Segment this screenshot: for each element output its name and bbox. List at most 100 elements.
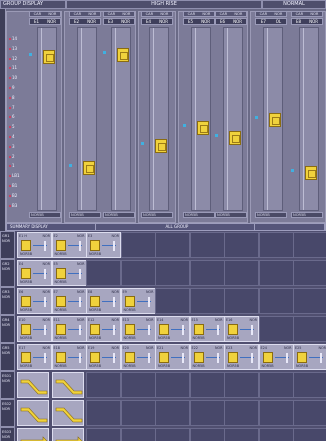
empty-cell — [86, 260, 121, 286]
cell-footer: NOR5B — [227, 364, 240, 368]
escalator-cell[interactable] — [17, 428, 49, 441]
summary-car-cell[interactable]: E23 NOR NOR5B — [224, 344, 259, 370]
elevator-car[interactable]: CAR NOR E5 NOR NOR5B — [182, 9, 216, 221]
cell-header: E14 NOR — [157, 318, 188, 323]
summary-car-cell[interactable]: E24 NOR NOR5B — [258, 344, 294, 370]
normal-mode-label[interactable]: NORMAL — [262, 0, 326, 9]
empty-cell — [293, 428, 326, 441]
escalator-row-label[interactable]: ES02 NOR — [0, 399, 15, 427]
summary-car-cell[interactable]: E7 NOR NOR5B — [51, 288, 87, 314]
summary-car-cell[interactable]: E18 NOR NOR5B — [51, 344, 87, 370]
car-cab-icon[interactable] — [155, 139, 167, 154]
elevator-car[interactable]: CAR NOR E8 NOR NOR5B — [290, 9, 324, 221]
elevator-car[interactable]: CAR NOR E2 NOR NOR5B — [68, 9, 102, 221]
cell-header: E18 NOR — [54, 346, 85, 351]
high-rise-label[interactable]: HIGH RISE — [66, 0, 262, 9]
car-cab-icon[interactable] — [83, 160, 95, 175]
summary-car-cell[interactable]: E16 NOR NOR5B — [224, 316, 259, 342]
summary-car-cell[interactable]: E14 NOR NOR5B — [155, 316, 190, 342]
summary-car-cell[interactable]: E11 NOR NOR5B — [51, 316, 87, 342]
summary-car-cell[interactable]: E3 NOR NOR5B — [86, 232, 121, 258]
escalator-cell[interactable] — [51, 400, 84, 426]
summary-row-label[interactable]: GR2 NOR — [0, 259, 15, 287]
cell-footer: NOR5B — [20, 280, 33, 284]
car-id: E4 — [146, 19, 152, 24]
summary-car-cell[interactable]: E4 NOR NOR5B — [17, 260, 52, 286]
car-mode: NOR — [233, 19, 242, 24]
summary-row: GR4 NOR E10 NOR NOR5B E11 NOR NOR5B E12 NOR NOR5B… — [0, 315, 326, 343]
car-header-right: NOR — [160, 12, 169, 16]
elevator-car[interactable]: CAR NOR E6 NOR NOR5B — [214, 9, 248, 221]
escalator-cell[interactable] — [51, 428, 84, 441]
summary-car-cell[interactable]: E21 NOR NOR5B — [155, 344, 190, 370]
elevator-shaft — [77, 27, 97, 211]
car-cab-icon[interactable] — [229, 130, 241, 145]
elevator-car[interactable]: CAR NOR E4 NOR NOR5B — [140, 9, 174, 221]
summary-car-cell[interactable]: E9 NOR NOR5B — [120, 288, 156, 314]
group-display-label[interactable]: GROUP DISPLAY — [0, 0, 66, 9]
summary-row-label[interactable]: GR5 NOR — [0, 343, 15, 371]
summary-car-cell[interactable]: E13 NOR NOR5B — [120, 316, 156, 342]
summary-grid: GR1 NOR E1 H NOR NOR5B E2 NOR NOR5B E3 NOR NOR5B G… — [0, 231, 326, 441]
summary-car-cell[interactable]: E17 NOR NOR5B — [17, 344, 52, 370]
floor-label: 2 — [9, 154, 25, 159]
car-cab-icon[interactable] — [43, 49, 55, 64]
car-cab-icon[interactable] — [117, 47, 129, 62]
floor-call-icon — [9, 165, 11, 168]
summary-row-label[interactable]: GR4 NOR — [0, 315, 15, 343]
summary-car-cell[interactable]: E15 NOR NOR5B — [189, 316, 225, 342]
empty-cell — [86, 372, 121, 398]
car-cab-icon[interactable] — [269, 112, 281, 127]
shaft-rail — [227, 28, 228, 210]
elevator-car[interactable]: CAR NOR E1 NOR NOR5B — [28, 9, 62, 221]
escalator-row-label[interactable]: ES03 NOR — [0, 427, 15, 441]
summary-row-label[interactable]: GR3 NOR — [0, 287, 15, 315]
car-cab-icon[interactable] — [305, 165, 317, 180]
summary-car-cell[interactable]: E5 NOR NOR5B — [51, 260, 87, 286]
escalator-cell[interactable] — [51, 372, 84, 398]
door-icon — [251, 353, 253, 363]
empty-cell — [86, 428, 121, 441]
floor-label: 13 — [9, 46, 25, 51]
summary-car-cell[interactable]: E19 NOR NOR5B — [86, 344, 121, 370]
escalator-icon — [55, 436, 82, 441]
summary-car-cell[interactable]: E22 NOR NOR5B — [189, 344, 225, 370]
summary-car-cell[interactable]: E10 NOR NOR5B — [17, 316, 52, 342]
all-group-label[interactable]: ALL GROUP — [96, 224, 256, 230]
cell-header: E11 NOR — [54, 318, 85, 323]
door-icon — [147, 353, 150, 363]
escalator-cell[interactable] — [17, 400, 49, 426]
car-header-left: CAR — [73, 12, 82, 16]
car-id: E6 — [220, 19, 226, 24]
summary-display-label[interactable]: SUMMARY DISPLAY — [7, 224, 97, 230]
summary-car-cell[interactable]: E25 NOR NOR5B — [293, 344, 326, 370]
summary-car-cell[interactable]: E1 H NOR NOR5B — [17, 232, 52, 258]
elevator-shaft — [191, 27, 211, 211]
summary-row-label[interactable]: GR1 NOR — [0, 231, 15, 259]
floor-label: 6 — [9, 114, 25, 119]
escalator-cell[interactable] — [17, 372, 49, 398]
car-mode: NOR — [159, 19, 168, 24]
cell-footer: NOR5B — [54, 364, 67, 368]
escalator-row-label[interactable]: ES01 NOR — [0, 371, 15, 399]
floor-call-icon — [9, 57, 11, 60]
cell-car-mode: NOR — [42, 318, 50, 322]
cell-car-mode: NOR — [283, 346, 292, 350]
elevator-car[interactable]: CAR NOR E3 NOR NOR5B — [102, 9, 136, 221]
cell-footer: NOR5B — [123, 308, 136, 312]
cell-header: E13 NOR — [123, 318, 154, 323]
car-cab-icon — [90, 240, 100, 251]
car-cab-icon[interactable] — [197, 120, 209, 135]
car-header-right: NOR — [310, 12, 319, 16]
summary-car-cell[interactable]: E12 NOR NOR5B — [86, 316, 121, 342]
cell-header: E12 NOR — [88, 318, 119, 323]
car-cab-icon — [90, 352, 100, 363]
elevator-car[interactable]: CAR NOR E7 OL NOR5B — [254, 9, 288, 221]
summary-car-cell[interactable]: E2 NOR NOR5B — [51, 232, 87, 258]
empty-cell — [224, 400, 259, 426]
summary-car-cell[interactable]: E8 NOR NOR5B — [86, 288, 121, 314]
summary-car-cell[interactable]: E6 NOR NOR5B — [17, 288, 52, 314]
car-mode: NOR — [309, 19, 318, 24]
summary-car-cell[interactable]: E20 NOR NOR5B — [120, 344, 156, 370]
door-icon — [251, 325, 253, 335]
